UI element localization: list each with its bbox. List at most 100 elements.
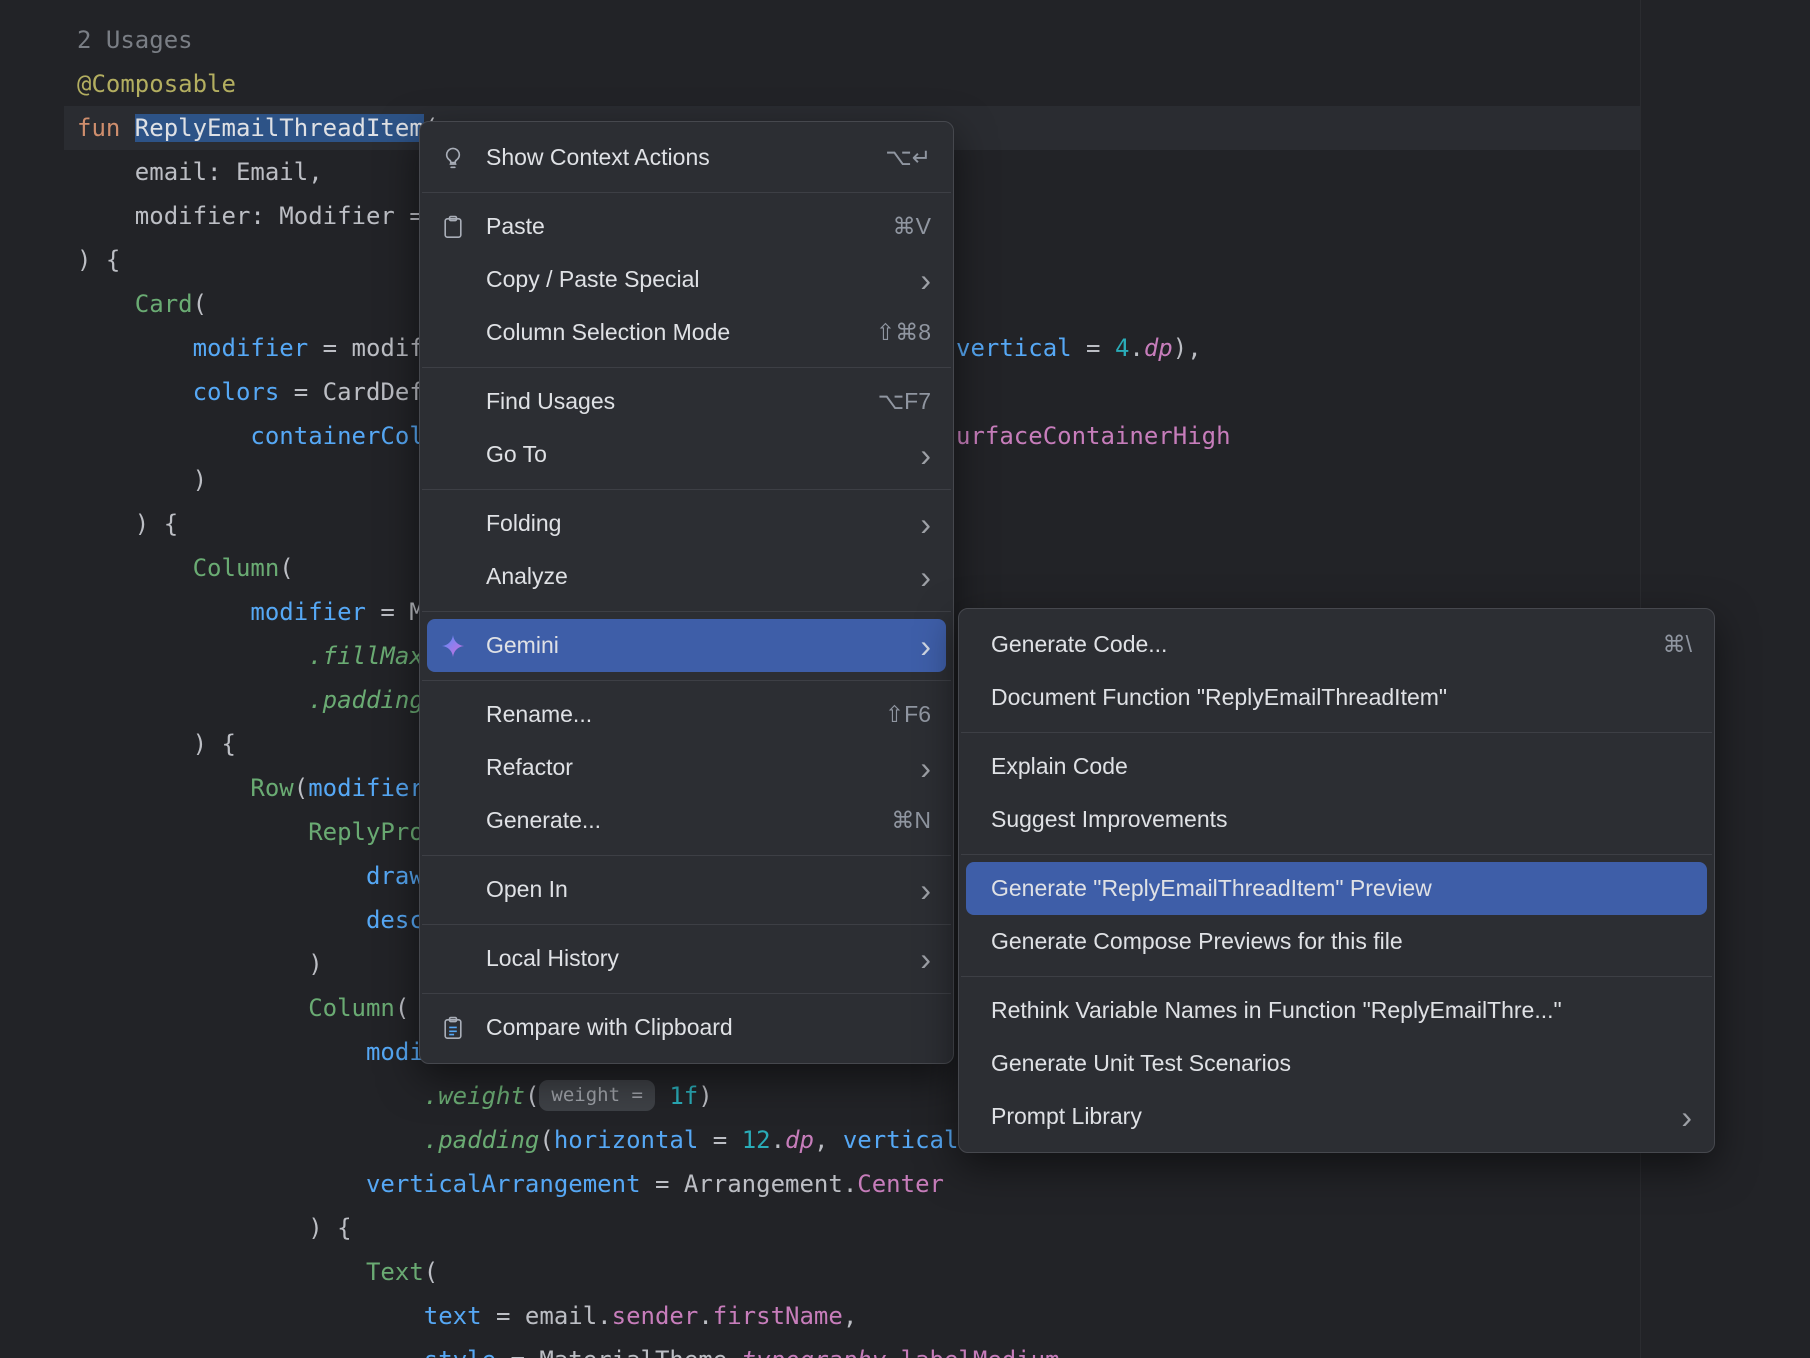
selected-symbol: ReplyEmailThreadItem <box>135 114 424 142</box>
menu-shortcut: ⌘\ <box>1663 631 1692 658</box>
code-token: fun <box>77 114 135 142</box>
code-token: Card <box>135 290 193 318</box>
blank-icon <box>438 318 468 348</box>
menu-item-refactor[interactable]: Refactor › <box>427 741 946 794</box>
submenu-arrow-icon: › <box>1681 1102 1692 1132</box>
clipboard-icon <box>438 212 468 242</box>
menu-item-label: Find Usages <box>486 388 842 415</box>
blank-icon <box>438 509 468 539</box>
menu-item-open-in[interactable]: Open In› <box>427 863 946 916</box>
menu-separator <box>422 367 951 368</box>
menu-shortcut: ⌥↵ <box>885 144 931 171</box>
submenu-arrow-icon: › <box>920 944 931 974</box>
code-token: dp <box>785 1126 814 1154</box>
code-token: text <box>424 1302 482 1330</box>
code-fragment[interactable]: urfaceContainerHigh <box>956 414 1231 458</box>
code-token: typography <box>742 1346 887 1358</box>
code-token <box>77 290 135 318</box>
menu-item-folding[interactable]: Folding› <box>427 497 946 550</box>
menu-item-rename[interactable]: Rename...⇧F6 <box>427 688 946 741</box>
code-line[interactable]: style = MaterialTheme.typography.labelMe… <box>64 1338 1640 1358</box>
code-token: . <box>771 1126 785 1154</box>
code-token: ) <box>77 466 207 494</box>
menu-item-generate[interactable]: Generate...⌘N <box>427 794 946 847</box>
code-token: , <box>814 1126 843 1154</box>
code-token: Row <box>250 774 293 802</box>
menu-shortcut: ⌘N <box>891 807 931 834</box>
code-token <box>77 642 308 670</box>
code-token: ) <box>698 1082 712 1110</box>
menu-separator <box>422 855 951 856</box>
code-token: Column <box>308 994 395 1022</box>
menu-item-rethink-variable-names-in-function-replyemailthre[interactable]: Rethink Variable Names in Function "Repl… <box>966 984 1707 1037</box>
code-token: urfaceContainerHigh <box>956 422 1231 450</box>
code-token <box>77 1170 366 1198</box>
menu-item-generate-compose-previews-for-this-file[interactable]: Generate Compose Previews for this file <box>966 915 1707 968</box>
menu-item-show-context-actions[interactable]: Show Context Actions⌥↵ <box>427 131 946 184</box>
menu-item-gemini[interactable]: Gemini› <box>427 619 946 672</box>
code-token <box>77 862 366 890</box>
menu-item-local-history[interactable]: Local History › <box>427 932 946 985</box>
menu-item-suggest-improvements[interactable]: Suggest Improvements <box>966 793 1707 846</box>
code-token: 2 Usages <box>77 26 193 54</box>
code-token: ) { <box>77 730 236 758</box>
menu-item-label: Refactor <box>486 754 884 781</box>
submenu-arrow-icon: › <box>920 440 931 470</box>
menu-item-paste[interactable]: Paste⌘V <box>427 200 946 253</box>
code-token: . <box>1129 334 1143 362</box>
menu-item-go-to[interactable]: Go To › <box>427 428 946 481</box>
code-line[interactable]: text = email.sender.firstName, <box>64 1294 1640 1338</box>
code-token: @Composable <box>77 70 236 98</box>
code-token: vertical <box>956 334 1072 362</box>
code-token: colors <box>193 378 280 406</box>
code-token <box>77 1126 424 1154</box>
code-line[interactable]: Text( <box>64 1250 1640 1294</box>
code-line[interactable]: @Composable <box>64 62 1640 106</box>
code-token: style <box>424 1346 496 1358</box>
code-token <box>77 994 308 1022</box>
submenu-arrow-icon: › <box>920 562 931 592</box>
code-token <box>77 1346 424 1358</box>
code-token: = Arrangement. <box>641 1170 858 1198</box>
code-token: dp <box>1144 334 1173 362</box>
code-token <box>77 774 250 802</box>
menu-item-label: Go To <box>486 441 884 468</box>
code-token: email: Email, <box>77 158 323 186</box>
menu-item-copy-paste-special[interactable]: Copy / Paste Special› <box>427 253 946 306</box>
code-line[interactable]: 2 Usages <box>64 18 1640 62</box>
menu-item-column-selection-mode[interactable]: Column Selection Mode⇧⌘8 <box>427 306 946 359</box>
menu-item-find-usages[interactable]: Find Usages⌥F7 <box>427 375 946 428</box>
menu-item-compare-with-clipboard[interactable]: Compare with Clipboard <box>427 1001 946 1054</box>
code-token: labelMedium <box>901 1346 1060 1358</box>
menu-item-generate-replyemailthreaditem-preview[interactable]: Generate "ReplyEmailThreadItem" Preview <box>966 862 1707 915</box>
menu-item-label: Suggest Improvements <box>991 806 1692 833</box>
menu-item-label: Generate Code... <box>991 631 1627 658</box>
code-line[interactable]: verticalArrangement = Arrangement.Center <box>64 1162 1640 1206</box>
menu-item-prompt-library[interactable]: Prompt Library› <box>966 1090 1707 1143</box>
code-token: = email. <box>482 1302 612 1330</box>
code-token: .padding <box>424 1126 540 1154</box>
blank-icon <box>438 562 468 592</box>
code-token <box>77 818 308 846</box>
blank-icon <box>438 700 468 730</box>
menu-shortcut: ⇧⌘8 <box>876 319 931 346</box>
code-token: sender <box>612 1302 699 1330</box>
code-token: ( <box>424 1258 438 1286</box>
code-token: modifier <box>308 774 424 802</box>
menu-item-explain-code[interactable]: Explain Code <box>966 740 1707 793</box>
code-fragment[interactable]: vertical = 4.dp), <box>956 326 1202 370</box>
submenu-arrow-icon: › <box>920 875 931 905</box>
submenu-arrow-icon: › <box>920 753 931 783</box>
menu-item-generate-unit-test-scenarios[interactable]: Generate Unit Test Scenarios <box>966 1037 1707 1090</box>
menu-item-document-function-replyemailthreaditem[interactable]: Document Function "ReplyEmailThreadItem" <box>966 671 1707 724</box>
menu-item-label: Local History <box>486 945 884 972</box>
code-line[interactable]: ) { <box>64 1206 1640 1250</box>
menu-item-label: Paste <box>486 213 857 240</box>
code-token <box>77 1038 366 1066</box>
code-token <box>77 422 250 450</box>
code-token: ( <box>539 1126 553 1154</box>
menu-separator <box>961 976 1712 977</box>
menu-item-generate-code[interactable]: Generate Code... ⌘\ <box>966 618 1707 671</box>
menu-item-analyze[interactable]: Analyze› <box>427 550 946 603</box>
blank-icon <box>438 753 468 783</box>
